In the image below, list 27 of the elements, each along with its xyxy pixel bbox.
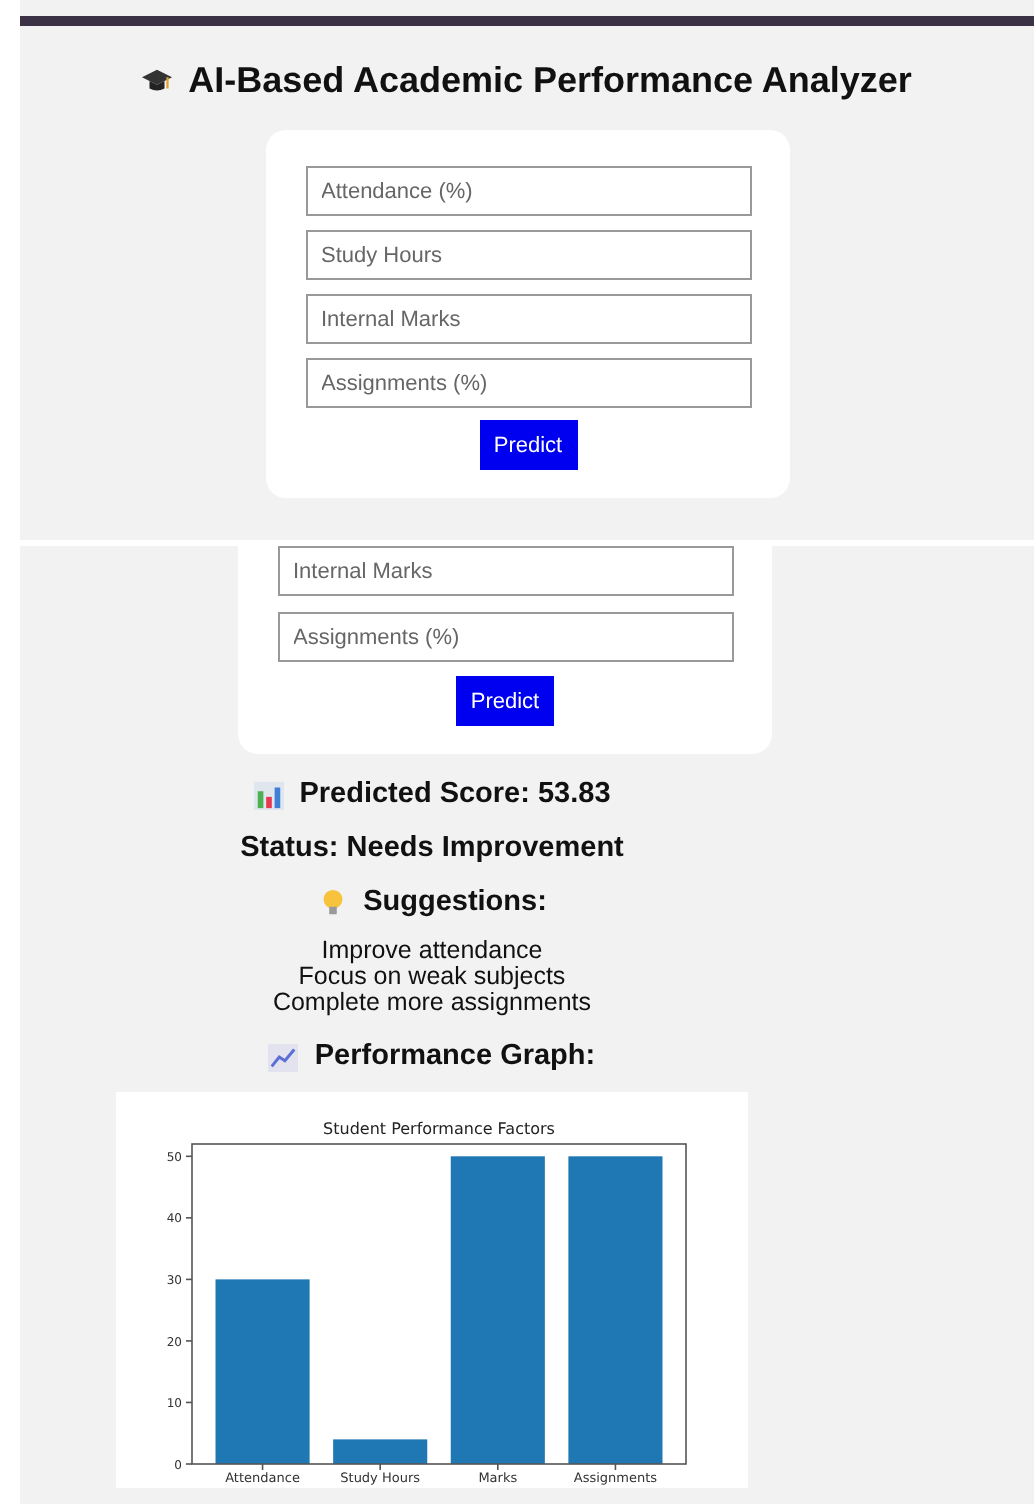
y-tick bbox=[185, 1155, 193, 1158]
bar-chart-icon bbox=[253, 780, 284, 810]
suggestion-text: Improve attendance bbox=[321, 938, 543, 964]
suggestion-text: Focus on weak subjects bbox=[298, 964, 566, 990]
input-field[interactable]: Attendance (%) bbox=[305, 166, 751, 216]
y-tick bbox=[185, 1217, 193, 1219]
predicted-score: Predicted Score: 53.83 bbox=[299, 778, 611, 812]
y-tick bbox=[185, 1401, 193, 1404]
line-chart-icon bbox=[268, 1042, 299, 1072]
input-field[interactable]: Internal Marks bbox=[277, 546, 733, 596]
y-tick bbox=[185, 1278, 193, 1281]
suggestions-heading: Suggestions: bbox=[363, 886, 547, 920]
input-field[interactable]: Assignments (%) bbox=[277, 612, 733, 662]
input-field[interactable]: Internal Marks bbox=[305, 294, 751, 344]
suggestion-text: Complete more assignments bbox=[272, 990, 592, 1016]
graduation-cap-icon bbox=[142, 66, 173, 96]
input-field[interactable]: Study Hours bbox=[305, 230, 751, 280]
status-text: Status: Needs Improvement bbox=[240, 832, 624, 866]
page-title: AI-Based Academic Performance Analyzer bbox=[188, 60, 912, 102]
predict-button[interactable]: Predict bbox=[479, 420, 577, 470]
bar bbox=[333, 1439, 428, 1464]
input-field[interactable]: Assignments (%) bbox=[305, 358, 751, 408]
chart-title: Student Performance Factors bbox=[323, 1120, 555, 1138]
predict-button[interactable]: Predict bbox=[456, 676, 554, 726]
graph-heading: Performance Graph: bbox=[314, 1040, 596, 1074]
y-tick bbox=[185, 1340, 193, 1342]
y-tick bbox=[185, 1463, 193, 1465]
